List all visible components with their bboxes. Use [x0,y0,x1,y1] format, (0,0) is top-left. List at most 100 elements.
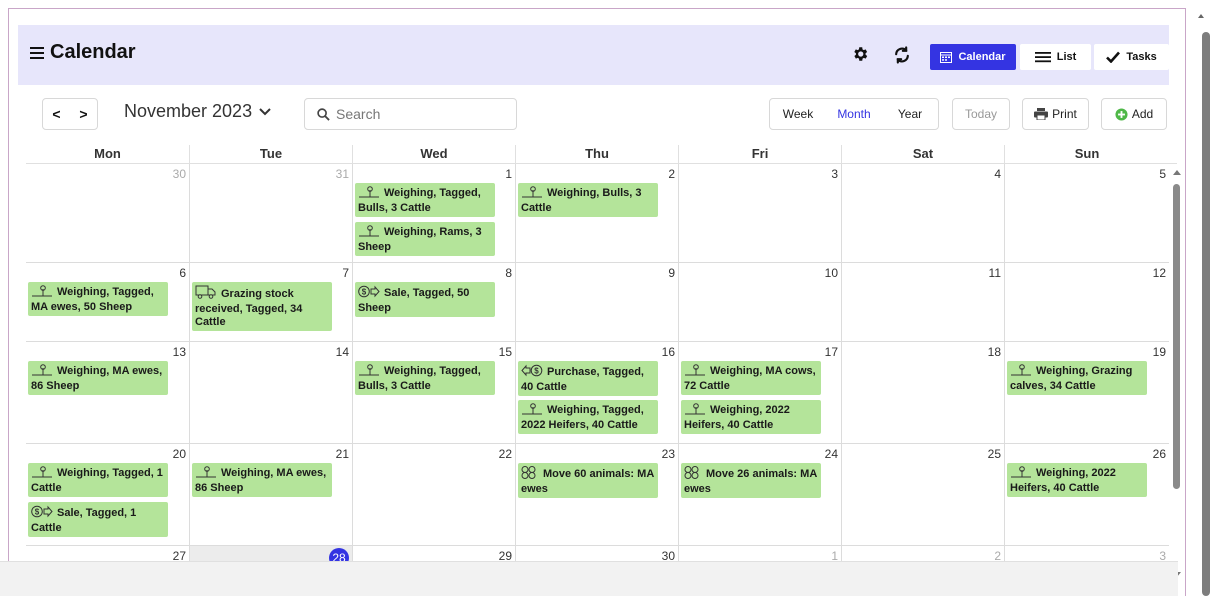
list-icon [1034,52,1051,63]
weekday-header: Mon Tue Wed Thu Fri Sat Sun [26,145,1177,164]
calendar-day-cell[interactable]: 31 [189,164,352,262]
svg-text:$: $ [362,287,367,296]
calendar-day-cell[interactable]: 5 [1004,164,1169,262]
calendar-day-cell[interactable]: 3 [678,164,841,262]
day-number: 23 [661,447,675,461]
calendar-day-cell[interactable]: 6 Weighing, Tagged, MA ewes, 50 Sheep [26,263,189,341]
calendar-event[interactable]: Weighing, Tagged, 1 Cattle [28,463,168,497]
day-number: 4 [994,167,1001,181]
list-view-button[interactable]: List [1020,44,1091,70]
day-number: 19 [1152,345,1166,359]
calendar-day-cell[interactable]: 20 Weighing, Tagged, 1 Cattle $ Sale, Tagge… [26,444,189,545]
day-number: 20 [172,447,186,461]
calendar-day-cell[interactable]: 22 [352,444,515,545]
page-scrollbar-thumb[interactable] [1202,32,1210,596]
calendar-event[interactable]: Weighing, Tagged, 2022 Heifers, 40 Cattl… [518,400,658,434]
tasks-view-label: Tasks [1126,51,1157,63]
hamburger-menu-icon[interactable] [30,47,44,60]
weekday-label: Tue [189,145,352,164]
calendar-event[interactable]: Weighing, MA ewes, 86 Sheep [28,361,168,395]
print-button[interactable]: Print [1022,98,1089,130]
calendar-event[interactable]: $ Purchase, Tagged, 40 Cattle [518,361,658,396]
calendar-event[interactable]: Grazing stock received, Tagged, 34 Cattl… [192,282,332,331]
search-box[interactable] [304,98,517,130]
day-number: 13 [172,345,186,359]
calendar-icon [940,52,953,63]
calendar-week-row: 6 Weighing, Tagged, MA ewes, 50 Sheep 7 Gra… [26,263,1169,342]
tasks-view-button[interactable]: Tasks [1094,44,1169,70]
calendar-event[interactable]: $ Sale, Tagged, 1 Cattle [28,502,168,537]
calendar-day-cell[interactable]: 24 Move 26 animals: MA ewes [678,444,841,545]
prev-month-button[interactable]: < [43,99,70,129]
truck-icon [195,285,217,303]
sale-icon: $ [358,285,380,302]
weighing-scale-icon [358,186,380,202]
calendar-day-cell[interactable]: 21 Weighing, MA ewes, 86 Sheep [189,444,352,545]
month-picker[interactable]: November 2023 [124,101,271,122]
calendar-day-cell[interactable]: 4 [841,164,1004,262]
scroll-up-arrow-icon[interactable] [1173,170,1181,175]
next-month-button[interactable]: > [70,99,97,129]
week-range-button[interactable]: Week [770,99,826,129]
calendar-event[interactable]: Weighing, Rams, 3 Sheep [355,222,495,256]
weighing-scale-icon [521,186,543,202]
calendar-day-cell[interactable]: 26 Weighing, 2022 Heifers, 40 Cattle [1004,444,1169,545]
calendar-toolbar: < > November 2023 Week Month Year Today … [18,85,1169,145]
calendar-day-cell[interactable]: 23 Move 60 animals: MA ewes [515,444,678,545]
scroll-up-arrow-icon[interactable] [1198,14,1204,18]
calendar-event[interactable]: Weighing, Bulls, 3 Cattle [518,183,658,217]
calendar-week-row: 13 Weighing, MA ewes, 86 Sheep 14 15 Weighin… [26,342,1169,444]
calendar-day-cell[interactable]: 18 [841,342,1004,443]
calendar-week-row: 20 Weighing, Tagged, 1 Cattle $ Sale, Tagge… [26,444,1169,546]
calendar-event[interactable]: Move 60 animals: MA ewes [518,463,658,498]
calendar-day-cell[interactable]: 7 Grazing stock received, Tagged, 34 Catt… [189,263,352,341]
calendar-view-button[interactable]: Calendar [930,44,1016,70]
weekday-label: Thu [515,145,678,164]
calendar-event[interactable]: Weighing, Tagged, MA ewes, 50 Sheep [28,282,168,316]
calendar-event[interactable]: Move 26 animals: MA ewes [681,463,821,498]
calendar-day-cell[interactable]: 15 Weighing, Tagged, Bulls, 3 Cattle [352,342,515,443]
calendar-day-cell[interactable]: 16 $ Purchase, Tagged, 40 Cattle Weighing, … [515,342,678,443]
calendar-event[interactable]: Weighing, 2022 Heifers, 40 Cattle [1007,463,1147,497]
weekday-label: Sun [1004,145,1169,164]
search-input[interactable] [336,106,506,122]
today-button[interactable]: Today [952,98,1010,130]
month-range-button[interactable]: Month [826,99,882,129]
page-scrollbar[interactable] [1190,0,1210,596]
calendar-day-cell[interactable]: 10 [678,263,841,341]
calendar-day-cell[interactable]: 2 Weighing, Bulls, 3 Cattle [515,164,678,262]
day-number: 14 [335,345,349,359]
gear-icon[interactable] [851,45,873,67]
calendar-event-label: Move 60 animals: MA ewes [521,468,654,495]
day-number: 8 [505,266,512,280]
calendar-event[interactable]: Weighing, 2022 Heifers, 40 Cattle [681,400,821,434]
calendar-day-cell[interactable]: 19 Weighing, Grazing calves, 34 Cattle [1004,342,1169,443]
year-range-button[interactable]: Year [882,99,938,129]
calendar-scrollbar[interactable] [1169,164,1183,586]
calendar-panel: Calendar Calendar List Tasks < > Novembe… [18,25,1181,596]
calendar-day-cell[interactable]: 14 [189,342,352,443]
calendar-day-cell[interactable]: 25 [841,444,1004,545]
day-number: 2 [668,167,675,181]
calendar-day-cell[interactable]: 12 [1004,263,1169,341]
calendar-day-cell[interactable]: 8 $ Sale, Tagged, 50 Sheep [352,263,515,341]
calendar-event[interactable]: Weighing, Tagged, Bulls, 3 Cattle [355,361,495,395]
calendar-day-cell[interactable]: 9 [515,263,678,341]
calendar-event[interactable]: Weighing, Tagged, Bulls, 3 Cattle [355,183,495,217]
calendar-day-cell[interactable]: 11 [841,263,1004,341]
calendar-day-cell[interactable]: 13 Weighing, MA ewes, 86 Sheep [26,342,189,443]
calendar-event[interactable]: Weighing, MA ewes, 86 Sheep [192,463,332,497]
calendar-week-row: 30 31 1 Weighing, Tagged, Bulls, 3 Cattle We… [26,164,1169,263]
refresh-icon[interactable] [892,45,914,67]
calendar-day-cell[interactable]: 1 Weighing, Tagged, Bulls, 3 Cattle Weighi… [352,164,515,262]
weighing-scale-icon [31,285,53,301]
month-label: November 2023 [124,101,253,121]
calendar-event[interactable]: Weighing, MA cows, 72 Cattle [681,361,821,395]
calendar-event[interactable]: $ Sale, Tagged, 50 Sheep [355,282,495,317]
calendar-day-cell[interactable]: 30 [26,164,189,262]
calendar-day-cell[interactable]: 17 Weighing, MA cows, 72 Cattle Weighing, … [678,342,841,443]
weeks-container: 30 31 1 Weighing, Tagged, Bulls, 3 Cattle We… [26,164,1169,586]
add-button[interactable]: Add [1101,98,1167,130]
calendar-event[interactable]: Weighing, Grazing calves, 34 Cattle [1007,361,1147,395]
calendar-scrollbar-thumb[interactable] [1173,184,1180,489]
